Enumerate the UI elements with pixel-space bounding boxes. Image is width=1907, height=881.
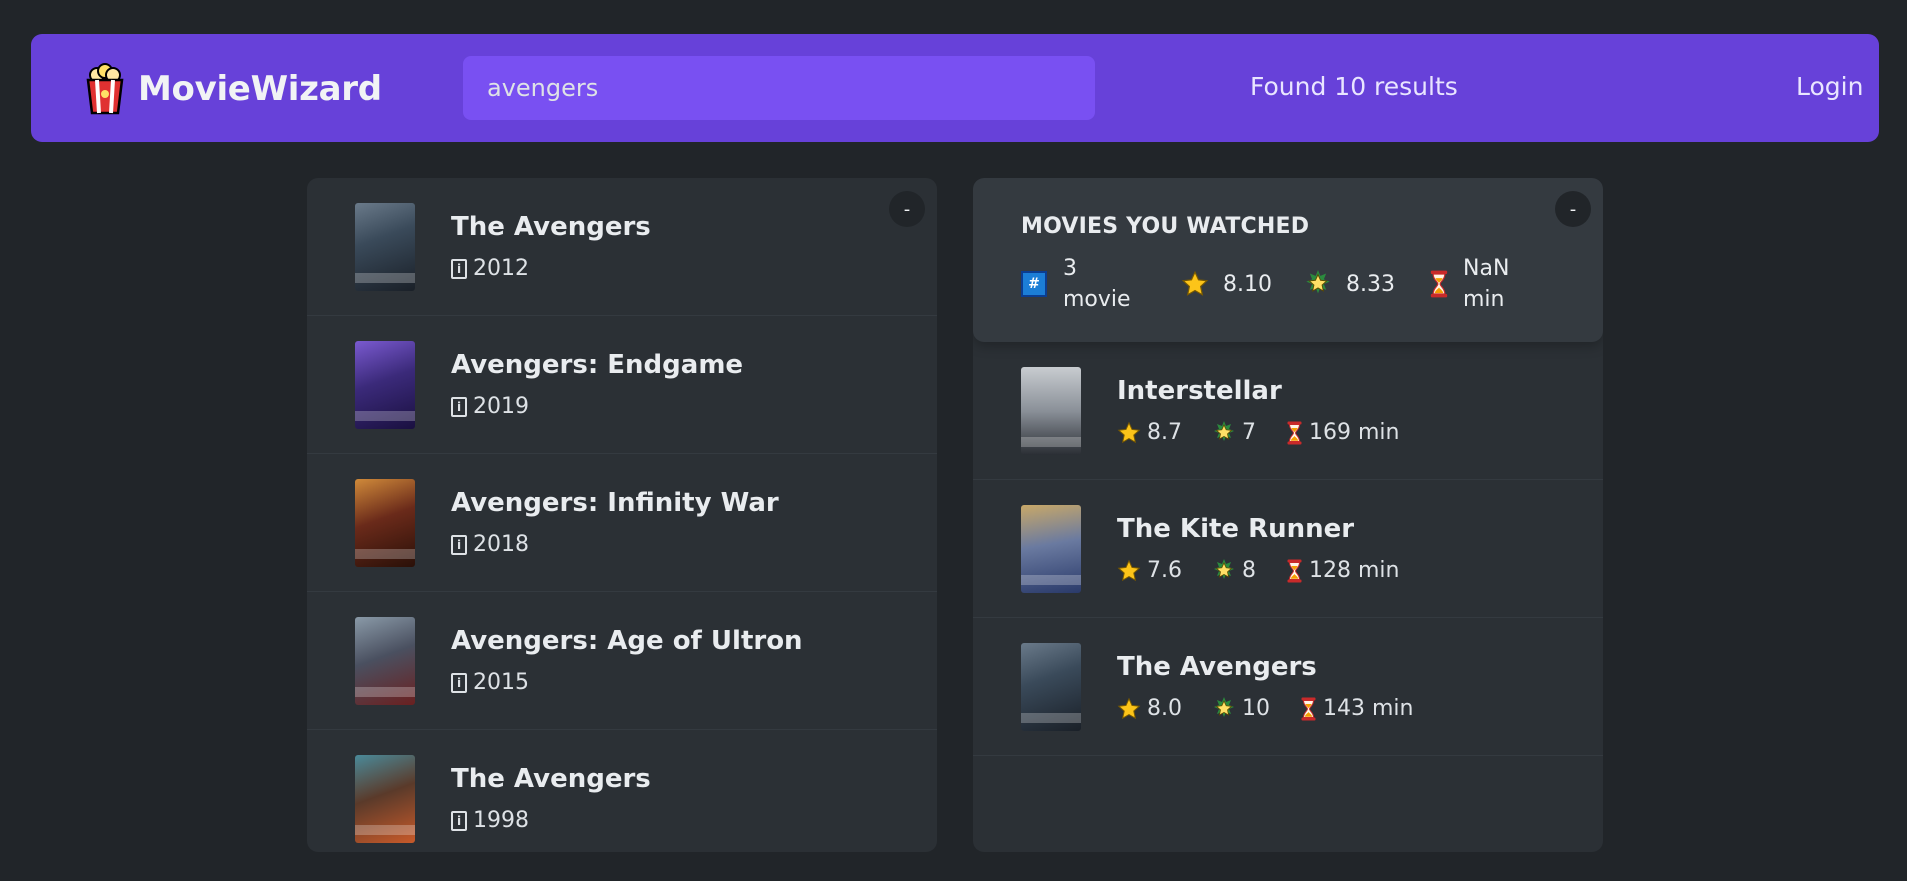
glowing-star-icon (1212, 421, 1236, 445)
watched-count-unit: movie (1063, 287, 1131, 312)
hourglass-icon (1286, 559, 1303, 583)
movie-poster (1021, 642, 1081, 731)
calendar-icon: i (451, 672, 467, 693)
star-icon (1117, 559, 1141, 583)
calendar-icon: i (451, 396, 467, 417)
movie-list-item[interactable]: Avengers: Infinity War i 2018 (307, 454, 937, 592)
watched-panel: - MOVIES YOU WATCHED # 3 movie 8.10 8.33 (973, 178, 1603, 852)
user-rating: 7 (1242, 420, 1256, 445)
results-list: The Avengers i 2012 Avengers: Endgame i … (307, 178, 937, 852)
app-name: MovieWizard (138, 69, 382, 109)
movie-title: The Avengers (1117, 652, 1317, 682)
watched-list-item[interactable]: The Kite Runner 7.6 8 128 min (973, 480, 1603, 618)
movie-list-item[interactable]: The Avengers i 2012 (307, 178, 937, 316)
movie-poster (355, 340, 415, 429)
movie-year: 2015 (473, 670, 529, 695)
watched-count: 3 (1063, 256, 1077, 281)
movie-poster (355, 478, 415, 567)
logo[interactable]: MovieWizard (83, 63, 382, 115)
top-nav-bar: MovieWizard Found 10 results Login (31, 34, 1879, 142)
movie-title: Avengers: Infinity War (451, 488, 779, 518)
avg-runtime-unit: min (1463, 287, 1505, 312)
avg-imdb-rating: 8.10 (1223, 271, 1272, 297)
movie-list-item[interactable]: The Avengers i 1998 (307, 730, 937, 852)
movie-poster (1021, 504, 1081, 593)
calendar-icon: i (451, 810, 467, 831)
star-icon (1117, 697, 1141, 721)
movie-poster (1021, 366, 1081, 455)
login-link[interactable]: Login (1796, 72, 1863, 101)
summary-stats: # 3 movie 8.10 8.33 NaN min (1021, 253, 1555, 315)
movie-poster (355, 202, 415, 291)
hash-icon: # (1021, 271, 1047, 297)
movie-title: The Avengers (451, 212, 651, 242)
movie-title: The Avengers (451, 764, 651, 794)
movie-list-item[interactable]: Avengers: Endgame i 2019 (307, 316, 937, 454)
calendar-icon: i (451, 258, 467, 279)
watched-summary: MOVIES YOU WATCHED # 3 movie 8.10 8.33 N… (973, 178, 1603, 342)
movie-list-item[interactable]: Avengers: Age of Ultron i 2015 (307, 592, 937, 730)
runtime: 143 min (1323, 696, 1414, 721)
watched-list-item[interactable]: The Avengers 8.0 10 143 min (973, 618, 1603, 756)
user-rating: 10 (1242, 696, 1270, 721)
hourglass-icon (1286, 421, 1303, 445)
movie-year: 2012 (473, 256, 529, 281)
search-input[interactable] (463, 56, 1095, 120)
movie-year: 2018 (473, 532, 529, 557)
watched-list-item[interactable]: Interstellar 8.7 7 169 min (973, 342, 1603, 480)
runtime: 169 min (1309, 420, 1400, 445)
movie-year: 2019 (473, 394, 529, 419)
collapse-results-button[interactable]: - (889, 191, 925, 227)
collapse-watched-button[interactable]: - (1555, 191, 1591, 227)
popcorn-icon (83, 63, 127, 115)
movie-poster (355, 616, 415, 705)
star-icon (1181, 270, 1209, 298)
movie-year: 1998 (473, 808, 529, 833)
search-results-panel: - The Avengers i 2012 Avengers: Endgame … (307, 178, 937, 852)
star-icon (1117, 421, 1141, 445)
glowing-star-icon (1212, 559, 1236, 583)
hourglass-icon (1429, 270, 1449, 298)
movie-title: Avengers: Age of Ultron (451, 626, 803, 656)
imdb-rating: 8.7 (1147, 420, 1182, 445)
imdb-rating: 8.0 (1147, 696, 1182, 721)
watched-list: Interstellar 8.7 7 169 min The Kite Runn… (973, 342, 1603, 756)
imdb-rating: 7.6 (1147, 558, 1182, 583)
avg-runtime: NaN (1463, 256, 1510, 281)
movie-title: Avengers: Endgame (451, 350, 744, 380)
glowing-star-icon (1212, 697, 1236, 721)
results-count: Found 10 results (1250, 72, 1458, 101)
glowing-star-icon (1304, 270, 1332, 298)
user-rating: 8 (1242, 558, 1256, 583)
runtime: 128 min (1309, 558, 1400, 583)
avg-user-rating: 8.33 (1346, 271, 1395, 297)
movie-title: Interstellar (1117, 376, 1282, 406)
summary-heading: MOVIES YOU WATCHED (1021, 214, 1310, 239)
hourglass-icon (1300, 697, 1317, 721)
movie-title: The Kite Runner (1117, 514, 1355, 544)
movie-poster (355, 754, 415, 843)
calendar-icon: i (451, 534, 467, 555)
